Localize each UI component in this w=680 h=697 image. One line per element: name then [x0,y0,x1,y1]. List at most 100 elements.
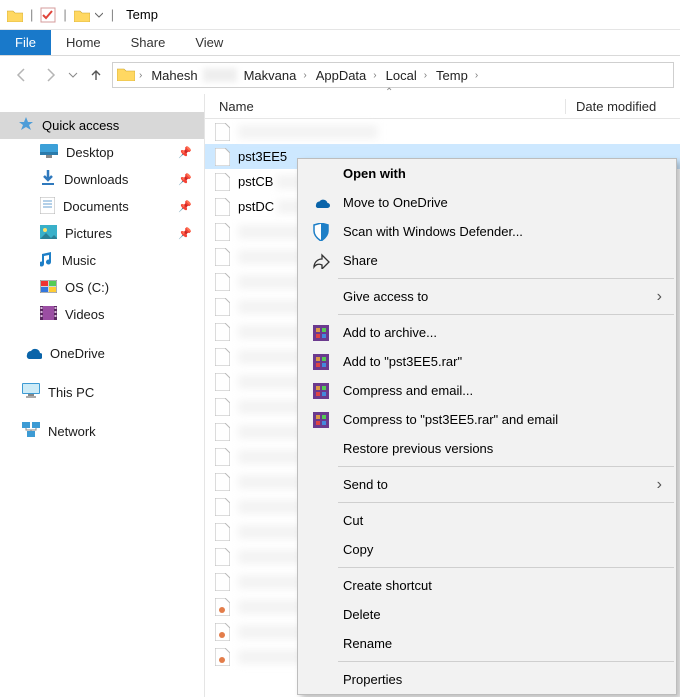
menu-add-archive[interactable]: Add to archive... [298,318,676,347]
sidebar-label: OS (C:) [65,280,109,295]
menu-compress-rar-email[interactable]: Compress to "pst3EE5.rar" and email [298,405,676,434]
winrar-icon [311,323,331,343]
menu-label: Add to archive... [343,325,676,340]
sidebar-label: Quick access [42,118,119,133]
sidebar-onedrive[interactable]: OneDrive [0,340,204,367]
collapse-ribbon-icon[interactable]: ⌃ [385,87,393,98]
sidebar-label: OneDrive [50,346,105,361]
pictures-icon [40,225,57,242]
drive-icon [40,280,57,296]
menu-scan-defender[interactable]: Scan with Windows Defender... [298,217,676,246]
sidebar-pictures[interactable]: Pictures 📌 [0,220,204,247]
menu-label: Cut [343,513,676,528]
menu-create-shortcut[interactable]: Create shortcut [298,571,676,600]
pin-icon: 📌 [178,227,192,240]
file-icon [213,496,231,518]
file-row[interactable] [205,119,680,144]
menu-move-onedrive[interactable]: Move to OneDrive [298,188,676,217]
sidebar-videos[interactable]: Videos [0,301,204,328]
column-date[interactable]: Date modified [565,99,680,114]
chevron-right-icon[interactable]: › [371,70,378,81]
file-icon [213,321,231,343]
sidebar-desktop[interactable]: Desktop 📌 [0,139,204,166]
file-name: pstDC [238,199,274,214]
folder-icon[interactable] [73,6,91,24]
file-icon [213,346,231,368]
sidebar-this-pc[interactable]: This PC [0,379,204,406]
tab-file[interactable]: File [0,30,51,55]
breadcrumb-item[interactable]: Mahesh [144,68,202,83]
column-name[interactable]: Name [205,99,565,114]
breadcrumb-item[interactable]: AppData [309,68,372,83]
chevron-right-icon[interactable]: › [473,70,480,81]
breadcrumb-blurred [203,68,237,82]
menu-label: Create shortcut [343,578,676,593]
titlebar: | | | Temp [0,0,680,30]
separator: | [26,7,37,22]
onedrive-icon [311,193,331,213]
breadcrumb-item[interactable]: Local [379,68,422,83]
sidebar-label: Desktop [66,145,114,160]
share-icon [311,251,331,271]
menu-send-to[interactable]: Send to› [298,470,676,499]
menu-properties[interactable]: Properties [298,665,676,694]
window-title: Temp [118,7,158,22]
sidebar-documents[interactable]: Documents 📌 [0,193,204,220]
sidebar-quick-access[interactable]: Quick access [0,112,204,139]
sidebar-network[interactable]: Network [0,418,204,445]
breadcrumb-item[interactable]: Makvana [237,68,302,83]
network-icon [22,422,40,441]
file-icon [213,471,231,493]
menu-label: Send to [343,477,645,492]
menu-label: Delete [343,607,676,622]
sidebar-label: Music [62,253,96,268]
chevron-right-icon[interactable]: › [301,70,308,81]
sidebar-label: Documents [63,199,129,214]
breadcrumb-item[interactable]: Temp [429,68,473,83]
chevron-down-icon[interactable] [93,6,105,24]
sidebar-label: Network [48,424,96,439]
shield-icon [311,222,331,242]
navigation-bar: › Mahesh Makvana › AppData › Local › Tem… [0,56,680,94]
menu-label: Rename [343,636,676,651]
menu-label: Copy [343,542,676,557]
file-icon [213,571,231,593]
menu-compress-email[interactable]: Compress and email... [298,376,676,405]
chevron-right-icon[interactable]: › [137,70,144,81]
menu-separator [338,502,674,503]
chevron-right-icon[interactable]: › [422,70,429,81]
breadcrumb-bar[interactable]: › Mahesh Makvana › AppData › Local › Tem… [112,62,674,88]
file-icon [213,146,231,168]
folder-icon [6,6,24,24]
menu-restore[interactable]: Restore previous versions [298,434,676,463]
menu-label: Share [343,253,676,268]
sidebar-music[interactable]: Music [0,247,204,274]
sidebar-label: Downloads [64,172,128,187]
forward-button[interactable] [38,63,62,87]
menu-add-rar[interactable]: Add to "pst3EE5.rar" [298,347,676,376]
file-icon [213,246,231,268]
menu-give-access[interactable]: Give access to › [298,282,676,311]
back-button[interactable] [10,63,34,87]
tab-view[interactable]: View [180,30,238,55]
tab-home[interactable]: Home [51,30,116,55]
recent-locations-button[interactable] [66,63,80,87]
menu-rename[interactable]: Rename [298,629,676,658]
pin-icon: 📌 [178,200,192,213]
menu-copy[interactable]: Copy [298,535,676,564]
properties-check-icon[interactable] [39,6,57,24]
menu-delete[interactable]: Delete [298,600,676,629]
sidebar-os-drive[interactable]: OS (C:) [0,274,204,301]
submenu-arrow-icon: › [657,288,676,306]
menu-open-with[interactable]: Open with [298,159,676,188]
menu-separator [338,466,674,467]
menu-label: Give access to [343,289,645,304]
column-headers: Name Date modified [205,94,680,119]
file-icon [213,546,231,568]
sidebar-downloads[interactable]: Downloads 📌 [0,166,204,193]
menu-cut[interactable]: Cut [298,506,676,535]
up-button[interactable] [84,63,108,87]
file-icon [213,121,231,143]
tab-share[interactable]: Share [116,30,181,55]
menu-share[interactable]: Share [298,246,676,275]
